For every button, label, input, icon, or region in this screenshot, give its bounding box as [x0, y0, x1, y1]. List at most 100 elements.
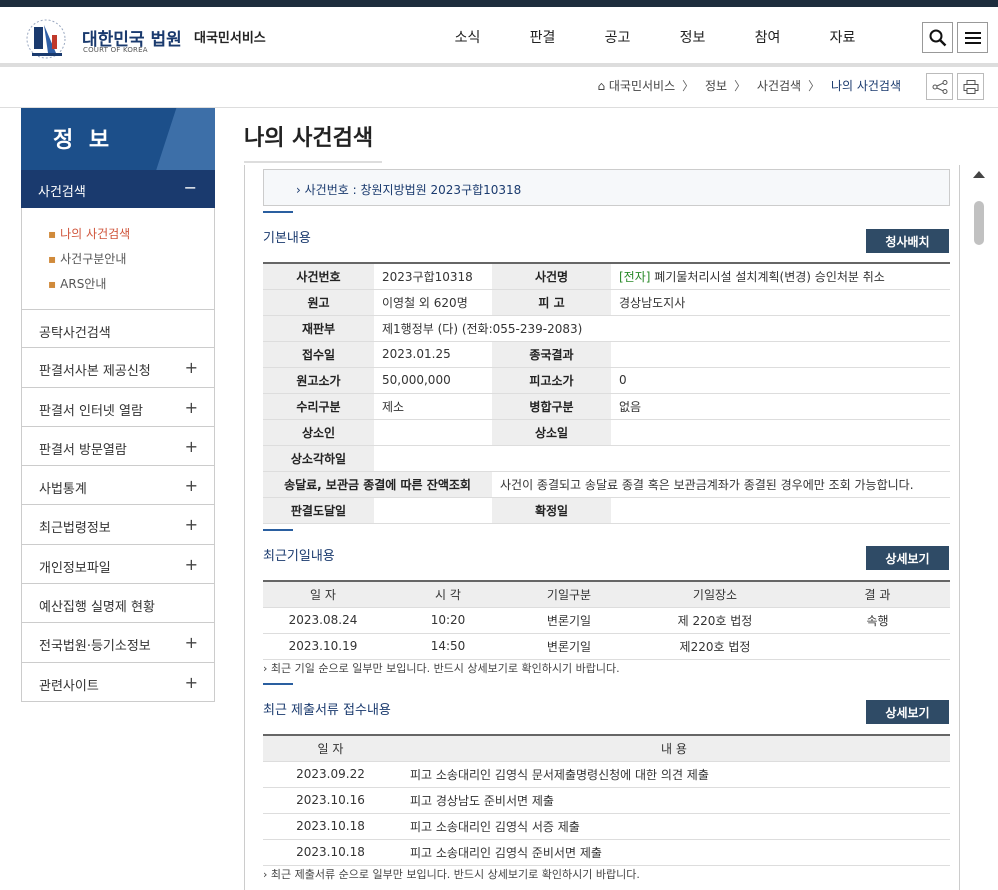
- sidebar-item[interactable]: 전국법원·등기소정보 +: [21, 623, 215, 663]
- info-value: [374, 419, 492, 446]
- breadcrumb-current: 나의 사건검색: [830, 79, 901, 93]
- sidebar-item[interactable]: 공탁사건검색: [21, 309, 215, 349]
- expand-icon[interactable]: +: [185, 398, 198, 417]
- table-cell: 2023.10.18: [263, 813, 398, 840]
- table-row: 2023.09.22 피고 소송대리인 김영식 문서제출명령신청에 대한 의견 제…: [263, 761, 950, 788]
- sidebar-item[interactable]: 판결서 방문열람 +: [21, 426, 215, 467]
- menu-button[interactable]: [957, 22, 988, 53]
- info-label: 상소인: [263, 419, 374, 446]
- service-name[interactable]: 대국민서비스: [194, 27, 266, 46]
- bullet-icon: ▪: [48, 252, 57, 266]
- info-label: 접수일: [263, 341, 374, 368]
- breadcrumb: ⌂ 대국민서비스 〉 정보 〉 사건검색 〉 나의 사건검색: [597, 77, 901, 94]
- breadcrumb-separator: 〉: [682, 79, 695, 93]
- breadcrumb-separator: 〉: [808, 79, 821, 93]
- sidebar-item[interactable]: 판결서사본 제공신청 +: [21, 348, 215, 388]
- submenu-ars-guide[interactable]: ▪ ARS안내: [48, 272, 214, 297]
- info-row: 상소인 상소일: [263, 419, 950, 446]
- search-button[interactable]: [922, 22, 953, 53]
- info-label: 피 고: [492, 289, 611, 316]
- info-label: 수리구분: [263, 393, 374, 420]
- expand-icon[interactable]: +: [185, 358, 198, 377]
- expand-icon[interactable]: +: [185, 515, 198, 534]
- arrow-icon: ›: [263, 662, 271, 675]
- courthouse-layout-button[interactable]: 청사배치: [866, 229, 949, 253]
- info-label: 재판부: [263, 315, 374, 342]
- table-cell: 피고 소송대리인 김영식 준비서면 제출: [398, 839, 950, 866]
- table-cell: 피고 소송대리인 김영식 문서제출명령신청에 대한 의견 제출: [398, 761, 950, 788]
- sidebar-submenu: ▪ 나의 사건검색 ▪ 사건구분안내 ▪ ARS안내: [21, 208, 215, 309]
- breadcrumb-item[interactable]: 사건검색: [757, 79, 801, 93]
- info-value: [611, 341, 950, 368]
- info-label: 판결도달일: [263, 497, 374, 524]
- hamburger-icon: [964, 31, 981, 44]
- sidebar-item[interactable]: 판결서 인터넷 열람 +: [21, 387, 215, 427]
- nav-news[interactable]: 소식: [430, 27, 505, 47]
- submenu-my-case-search[interactable]: ▪ 나의 사건검색: [48, 222, 214, 247]
- nav-info[interactable]: 정보: [655, 27, 730, 47]
- breadcrumb-item[interactable]: 정보: [705, 79, 727, 93]
- info-value: 경상남도지사: [611, 289, 950, 316]
- info-row: 원고소가 50,000,000 피고소가 0: [263, 367, 950, 394]
- sidebar-item[interactable]: 사법통계 +: [21, 466, 215, 506]
- section-title-basic: 기본내용: [263, 211, 311, 246]
- info-label: 송달료, 보관금 종결에 따른 잔액조회: [263, 471, 492, 498]
- sidebar-item-case-search[interactable]: 사건검색 −: [21, 170, 215, 208]
- column-header: 일 자: [263, 580, 383, 608]
- main-nav: 소식 판결 공고 정보 참여 자료: [430, 27, 880, 47]
- submenu-case-type-guide[interactable]: ▪ 사건구분안내: [48, 247, 214, 272]
- basic-info-table: 사건번호 2023구합10318 사건명 [전자] 폐기물처리시설 설치계획(변경) …: [263, 262, 950, 524]
- table-row: 2023.10.16 피고 경상남도 준비서면 제출: [263, 787, 950, 814]
- table-row: 2023.10.19 14:50 변론기일 제220호 법정: [263, 633, 950, 660]
- info-row: 판결도달일 확정일: [263, 497, 950, 524]
- bullet-icon: ▪: [48, 277, 57, 291]
- court-logo-icon[interactable]: [22, 13, 78, 65]
- nav-notices[interactable]: 공고: [580, 27, 655, 47]
- collapse-icon[interactable]: −: [184, 178, 197, 197]
- info-value: 제1행정부 (다) (전화:055-239-2083): [374, 315, 950, 342]
- scroll-up-arrow-icon[interactable]: [973, 171, 985, 178]
- nav-participation[interactable]: 참여: [730, 27, 805, 47]
- sidebar-item[interactable]: 관련사이트 +: [21, 662, 215, 702]
- hearings-detail-button[interactable]: 상세보기: [866, 546, 949, 570]
- table-row: 2023.10.18 피고 소송대리인 김영식 서증 제출: [263, 813, 950, 840]
- info-label: 종국결과: [492, 341, 611, 368]
- expand-icon[interactable]: +: [185, 476, 198, 495]
- expand-icon[interactable]: +: [185, 673, 198, 692]
- scrollbar[interactable]: [969, 165, 989, 890]
- sidebar-item-label: 판결서사본 제공신청: [39, 364, 151, 380]
- info-value: [374, 497, 492, 524]
- page-title: 나의 사건검색: [244, 126, 374, 151]
- table-cell: 2023.10.19: [263, 633, 383, 660]
- print-button[interactable]: [957, 73, 984, 100]
- info-label: 상소일: [492, 419, 611, 446]
- share-icon: [932, 79, 947, 94]
- breadcrumb-item[interactable]: 대국민서비스: [609, 79, 675, 93]
- info-row: 재판부 제1행정부 (다) (전화:055-239-2083): [263, 315, 950, 342]
- info-value: 0: [611, 367, 950, 394]
- sidebar-item[interactable]: 최근법령정보 +: [21, 505, 215, 545]
- expand-icon[interactable]: +: [185, 437, 198, 456]
- utility-bar: ⌂ 대국민서비스 〉 정보 〉 사건검색 〉 나의 사건검색: [0, 67, 998, 108]
- share-button[interactable]: [926, 73, 953, 100]
- documents-note: › 최근 제출서류 순으로 일부만 보입니다. 반드시 상세보기로 확인하시기 …: [263, 866, 640, 882]
- submenu-label: 사건구분안내: [60, 252, 127, 266]
- documents-detail-button[interactable]: 상세보기: [866, 700, 949, 724]
- expand-icon[interactable]: +: [185, 555, 198, 574]
- scrollbar-thumb[interactable]: [974, 201, 984, 245]
- info-row: 사건번호 2023구합10318 사건명 [전자] 폐기물처리시설 설치계획(변경) …: [263, 262, 950, 290]
- home-icon: ⌂: [597, 79, 606, 93]
- expand-icon[interactable]: +: [185, 633, 198, 652]
- column-header: 기일구분: [513, 580, 625, 608]
- nav-resources[interactable]: 자료: [805, 27, 880, 47]
- info-value: 2023구합10318: [374, 262, 492, 290]
- sidebar-item[interactable]: 개인정보파일 +: [21, 544, 215, 585]
- sidebar-item[interactable]: 예산집행 실명제 현황: [21, 584, 215, 624]
- table-cell: 제220호 법정: [625, 633, 805, 660]
- submenu-label: ARS안내: [60, 277, 107, 291]
- note-text: 최근 제출서류 순으로 일부만 보입니다. 반드시 상세보기로 확인하시기 바랍…: [270, 868, 640, 881]
- sidebar-header-decoration: [150, 108, 215, 170]
- table-cell: 2023.10.18: [263, 839, 398, 866]
- table-cell: 피고 경상남도 준비서면 제출: [398, 787, 950, 814]
- nav-judgments[interactable]: 판결: [505, 27, 580, 47]
